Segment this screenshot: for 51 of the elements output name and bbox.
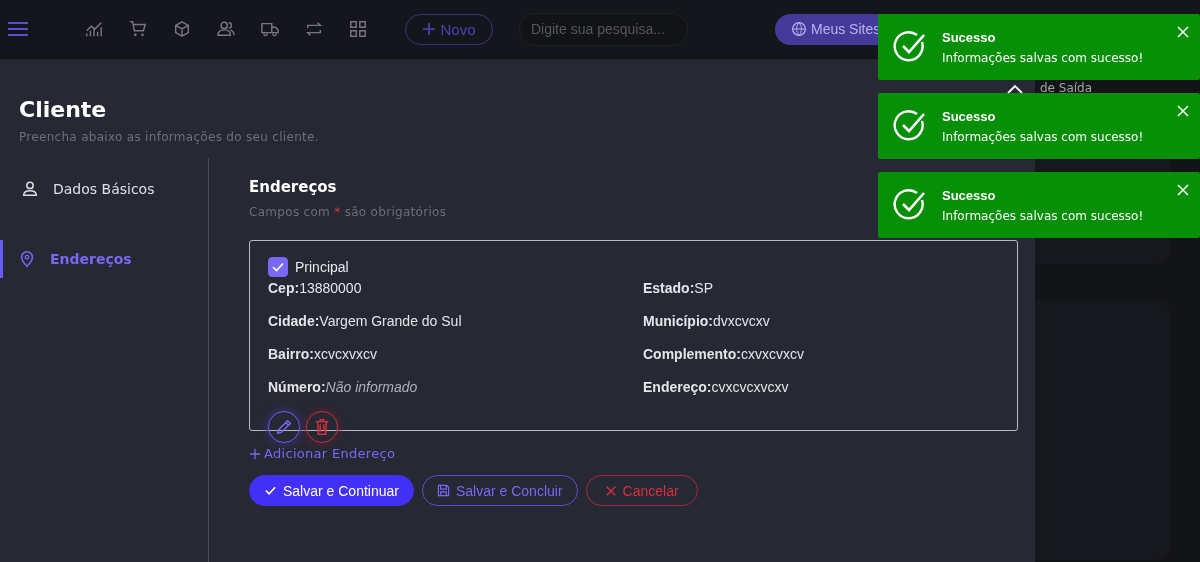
field-label: de Saída <box>1040 83 1093 94</box>
address-field: Complemento:cxvxcvxcv <box>643 345 999 363</box>
plus-icon <box>249 447 261 460</box>
close-icon[interactable] <box>1177 184 1189 196</box>
sidebar-item[interactable]: Dados Básicos <box>0 176 208 202</box>
checkbox[interactable] <box>268 257 288 277</box>
required-note: Campos com * são obrigatórios <box>249 205 447 219</box>
section-title: Endereços <box>249 178 337 196</box>
toast-message: Informações salvas com sucesso! <box>942 50 1144 65</box>
modal-title: Cliente <box>18 96 107 122</box>
address-field: Estado:SP <box>643 279 999 297</box>
plus-icon <box>422 22 437 36</box>
check-circle-icon <box>893 30 927 64</box>
add-address-link[interactable]: Adicionar Endereço <box>249 446 396 461</box>
globe-icon <box>791 21 807 37</box>
toast-title: Sucesso <box>942 29 997 45</box>
cart-icon[interactable] <box>129 20 147 38</box>
checkbox-label: Principal <box>295 259 349 275</box>
address-field: Número:Não informado <box>268 378 643 396</box>
address-field: Cep:13880000 <box>268 279 643 297</box>
users-icon[interactable] <box>217 20 235 38</box>
search-field[interactable]: Digite sua pesquisa... <box>519 12 688 46</box>
location-pin-icon <box>18 250 36 268</box>
grid-icon[interactable] <box>349 20 367 38</box>
toast-title: Sucesso <box>942 187 997 203</box>
truck-icon[interactable] <box>261 20 279 38</box>
sidebar-item[interactable]: Endereços <box>0 240 208 278</box>
close-icon[interactable] <box>1177 105 1189 117</box>
save-button[interactable]: Salvar e Continuar <box>249 475 414 506</box>
cube-icon[interactable] <box>173 20 191 38</box>
toast-title: Sucesso <box>942 108 997 124</box>
modal-subtitle: Preencha abaixo as informações do seu cliente. <box>18 129 319 144</box>
address-field: Bairro:xcvcxvxcv <box>268 345 643 363</box>
chevron-up-icon[interactable] <box>1007 83 1023 94</box>
swap-icon[interactable] <box>305 20 323 38</box>
trash-icon <box>313 418 331 436</box>
check-circle-icon <box>893 109 927 143</box>
person-icon <box>21 180 39 198</box>
check-icon <box>264 484 277 497</box>
toast-message: Informações salvas com sucesso! <box>942 129 1144 144</box>
close-icon <box>604 484 617 497</box>
check-circle-icon <box>893 188 927 222</box>
address-field: Cidade:Vargem Grande do Sul <box>268 312 643 330</box>
address-field: Endereço:cvxcvcxvcxv <box>643 378 999 396</box>
chart-icon[interactable] <box>85 20 103 38</box>
check-icon <box>271 260 285 274</box>
close-icon[interactable] <box>1177 26 1189 38</box>
menu-icon[interactable] <box>8 22 28 36</box>
address-field: Município:dvxcvcxv <box>643 312 999 330</box>
pencil-icon <box>275 418 293 436</box>
toast-message: Informações salvas com sucesso! <box>942 208 1144 223</box>
